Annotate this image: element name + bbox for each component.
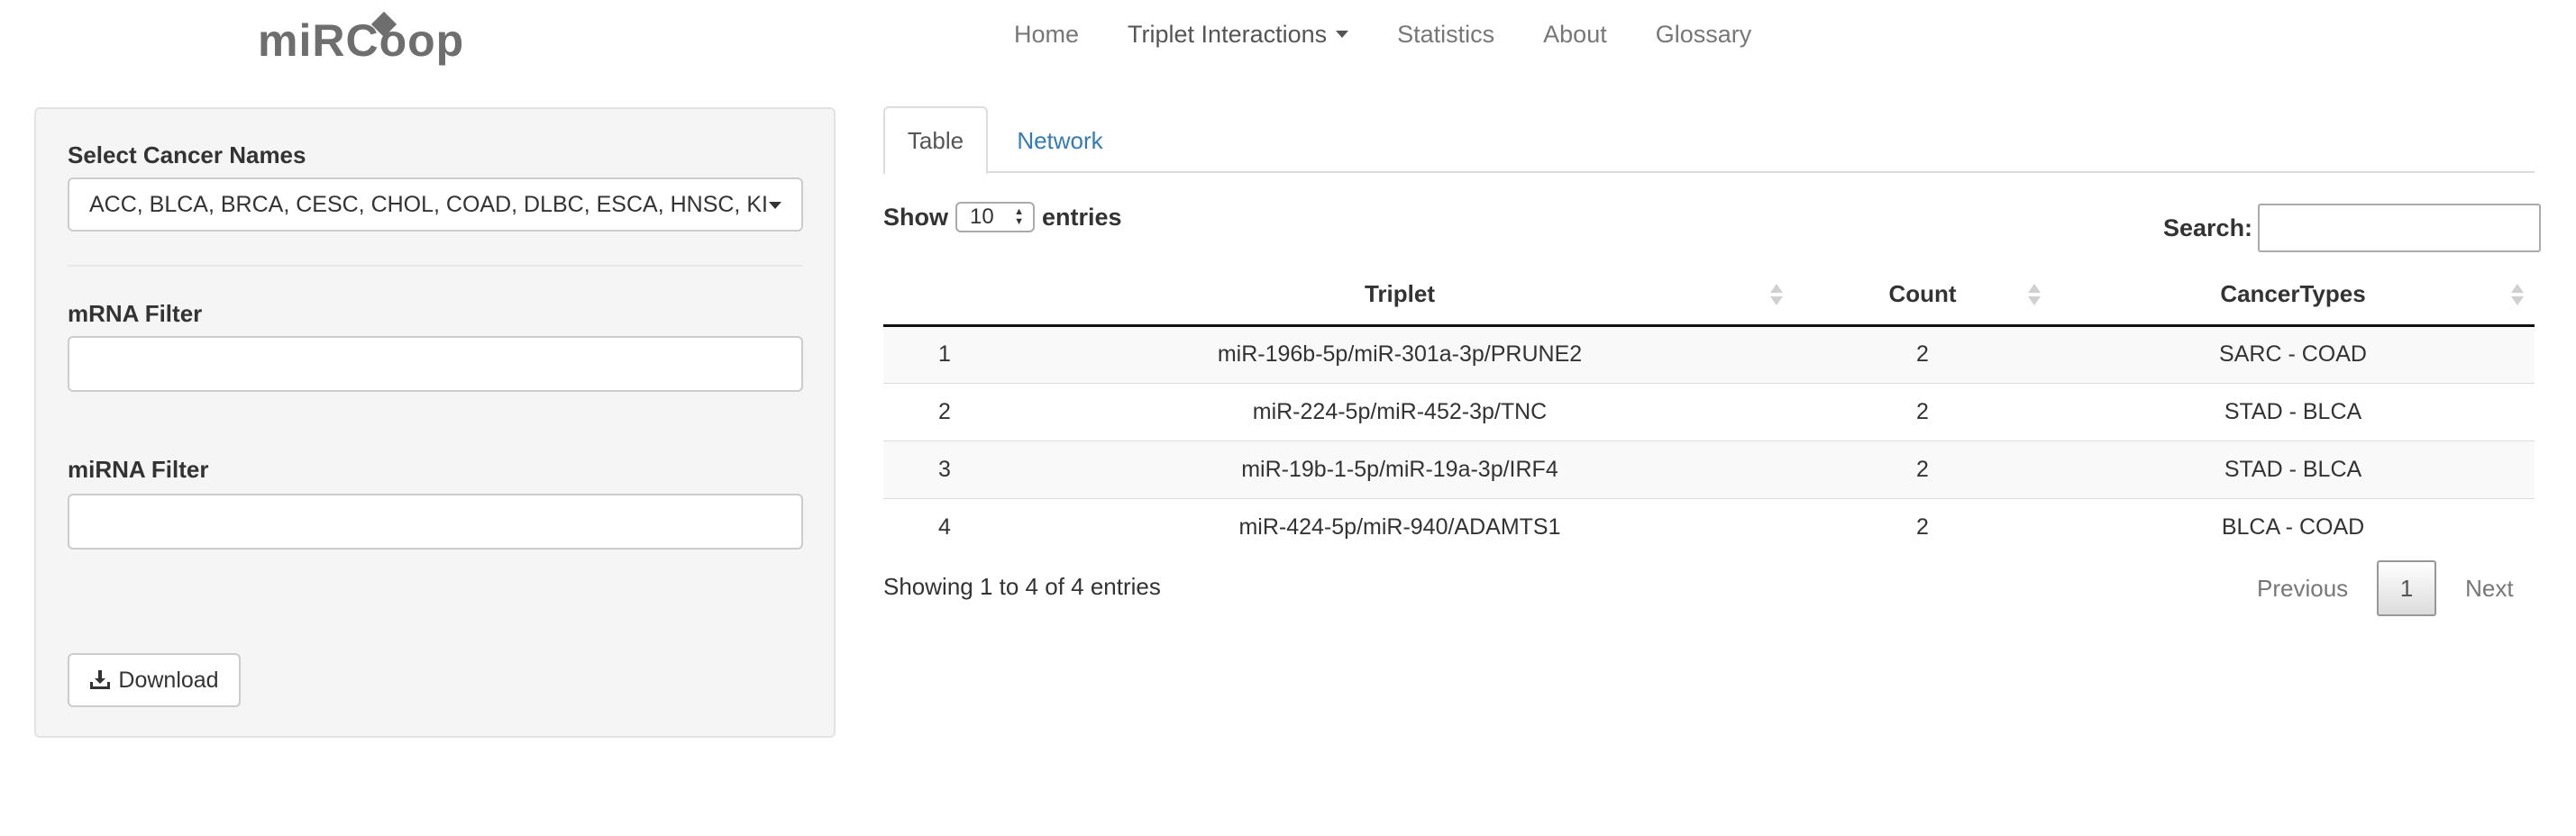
row-triplet: miR-224-5p/miR-452-3p/TNC xyxy=(1006,382,1794,441)
tab-bar: Table Network xyxy=(883,106,2535,175)
tab-table-label: Table xyxy=(907,126,964,154)
select-caret-icon xyxy=(769,202,781,209)
nav-about[interactable]: About xyxy=(1519,21,1631,49)
row-cancer-types: STAD - BLCA xyxy=(2051,382,2535,441)
row-count: 2 xyxy=(1794,497,2051,556)
download-label: Download xyxy=(118,667,219,693)
logo[interactable]: miRCoop xyxy=(258,11,465,68)
divider xyxy=(68,265,803,267)
triplet-header[interactable]: Triplet xyxy=(1006,264,1794,327)
row-index: 1 xyxy=(883,324,1006,383)
tab-network-label: Network xyxy=(1017,126,1103,154)
search-input[interactable] xyxy=(2258,204,2542,252)
row-count: 2 xyxy=(1794,324,2051,383)
table-row[interactable]: 2 miR-224-5p/miR-452-3p/TNC 2 STAD - BLC… xyxy=(883,382,2535,441)
download-icon xyxy=(90,670,111,689)
triplet-header-label: Triplet xyxy=(1364,279,1435,307)
index-header xyxy=(883,264,1006,327)
nav-home[interactable]: Home xyxy=(990,21,1103,49)
row-index: 3 xyxy=(883,440,1006,498)
search-label: Search: xyxy=(2163,214,2253,241)
row-cancer-types: STAD - BLCA xyxy=(2051,440,2535,498)
main-nav: Home Triplet Interactions Statistics Abo… xyxy=(990,0,1776,68)
row-cancer-types: BLCA - COAD xyxy=(2051,497,2535,556)
entries-length-value: 10 xyxy=(970,204,994,229)
row-count: 2 xyxy=(1794,440,2051,498)
row-cancer-types: SARC - COAD xyxy=(2051,324,2535,383)
count-header-label: Count xyxy=(1888,279,1957,307)
mirna-filter-label: miRNA Filter xyxy=(68,456,209,483)
count-header[interactable]: Count xyxy=(1794,264,2051,327)
entries-length-select[interactable]: 10 ▲ ▼ xyxy=(955,202,1035,232)
row-triplet: miR-424-5p/miR-940/ADAMTS1 xyxy=(1006,497,1794,556)
logo-text: miRCoop xyxy=(258,15,465,66)
tab-network[interactable]: Network xyxy=(988,106,1132,175)
next-button[interactable]: Next xyxy=(2444,575,2535,603)
nav-statistics[interactable]: Statistics xyxy=(1373,21,1519,49)
cancer-names-label: Select Cancer Names xyxy=(68,141,306,168)
updown-arrows-icon: ▲ ▼ xyxy=(1014,206,1024,227)
table-info: Showing 1 to 4 of 4 entries xyxy=(883,573,1161,600)
nav-about-label: About xyxy=(1543,20,1607,48)
nav-glossary[interactable]: Glossary xyxy=(1631,21,1777,49)
length-control: Show 10 ▲ ▼ entries xyxy=(883,202,1122,232)
triplet-table: Triplet Count CancerTypes 1 miR-196b-5p/… xyxy=(883,264,2535,556)
row-count: 2 xyxy=(1794,382,2051,441)
mirna-filter-input[interactable] xyxy=(68,494,803,550)
row-triplet: miR-196b-5p/miR-301a-3p/PRUNE2 xyxy=(1006,324,1794,383)
navbar: miRCoop Home Triplet Interactions Statis… xyxy=(0,0,2576,68)
tab-table[interactable]: Table xyxy=(883,106,988,175)
mrna-filter-input[interactable] xyxy=(68,336,803,392)
table-row[interactable]: 4 miR-424-5p/miR-940/ADAMTS1 2 BLCA - CO… xyxy=(883,497,2535,556)
pagination: Previous 1 Next xyxy=(2235,560,2535,616)
sort-icon xyxy=(1770,284,1783,307)
row-index: 4 xyxy=(883,497,1006,556)
download-button[interactable]: Download xyxy=(68,653,241,707)
cancer-names-value: ACC, BLCA, BRCA, CESC, CHOL, COAD, DLBC,… xyxy=(89,192,768,217)
nav-triplet-interactions-label: Triplet Interactions xyxy=(1128,20,1328,48)
nav-home-label: Home xyxy=(1014,20,1080,48)
row-triplet: miR-19b-1-5p/miR-19a-3p/IRF4 xyxy=(1006,440,1794,498)
cancer-names-select[interactable]: ACC, BLCA, BRCA, CESC, CHOL, COAD, DLBC,… xyxy=(68,177,803,232)
show-label: Show xyxy=(883,203,948,231)
page-1-button[interactable]: 1 xyxy=(2377,560,2437,616)
mrna-filter-label: mRNA Filter xyxy=(68,300,203,327)
search-control: Search: xyxy=(2163,204,2542,252)
table-row[interactable]: 1 miR-196b-5p/miR-301a-3p/PRUNE2 2 SARC … xyxy=(883,324,2535,383)
sort-icon xyxy=(2511,284,2524,307)
sort-icon xyxy=(2028,284,2041,307)
previous-button[interactable]: Previous xyxy=(2235,575,2370,603)
entries-label: entries xyxy=(1042,203,1122,231)
caret-down-icon xyxy=(1336,31,1349,38)
nav-glossary-label: Glossary xyxy=(1655,20,1752,48)
row-index: 2 xyxy=(883,382,1006,441)
nav-statistics-label: Statistics xyxy=(1397,20,1495,48)
nav-triplet-interactions[interactable]: Triplet Interactions xyxy=(1103,21,1373,49)
cancertypes-header[interactable]: CancerTypes xyxy=(2051,264,2535,327)
filter-panel: Select Cancer Names ACC, BLCA, BRCA, CES… xyxy=(34,107,836,738)
cancertypes-header-label: CancerTypes xyxy=(2220,279,2366,307)
table-row[interactable]: 3 miR-19b-1-5p/miR-19a-3p/IRF4 2 STAD - … xyxy=(883,440,2535,498)
table-header-row: Triplet Count CancerTypes xyxy=(883,264,2535,327)
